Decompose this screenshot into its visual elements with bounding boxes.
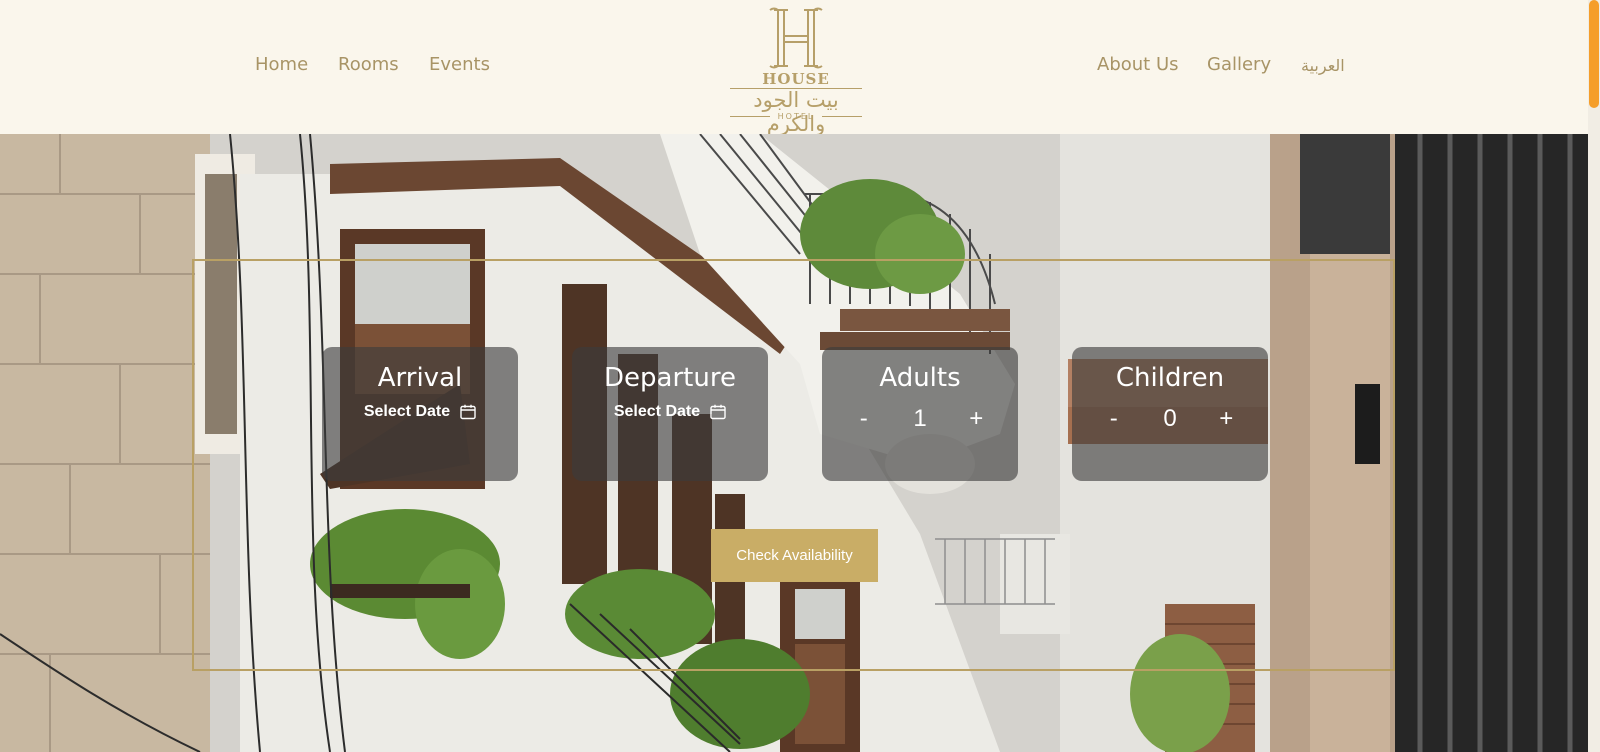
scrollbar-thumb[interactable]	[1589, 0, 1599, 108]
children-title: Children	[1115, 363, 1225, 393]
children-count: 0	[1163, 405, 1177, 432]
children-decrement-button[interactable]: -	[1100, 405, 1128, 433]
departure-title: Departure	[604, 363, 736, 393]
nav-rooms[interactable]: Rooms	[338, 54, 399, 75]
page-scrollbar[interactable]	[1588, 0, 1600, 752]
arrival-date-picker[interactable]: Select Date	[322, 403, 518, 421]
monogram-logo-icon	[769, 7, 823, 69]
children-stepper: - 0 +	[1072, 405, 1268, 433]
arrival-date-value[interactable]: Select Date	[364, 403, 450, 421]
check-availability-button[interactable]: Check Availability	[711, 529, 878, 582]
nav-events[interactable]: Events	[429, 54, 490, 75]
adults-decrement-button[interactable]: -	[850, 405, 878, 433]
departure-date-picker[interactable]: Select Date	[572, 403, 768, 421]
logo-subtitle: HOTEL	[777, 112, 815, 121]
arrival-title: Arrival	[377, 363, 463, 393]
departure-panel: Departure Select Date	[572, 347, 768, 481]
nav-home[interactable]: Home	[255, 54, 308, 75]
adults-title: Adults	[879, 363, 961, 393]
site-header: Home Rooms Events HOUSE بيت الجود والكرم…	[0, 0, 1588, 136]
nav-gallery[interactable]: Gallery	[1207, 54, 1271, 75]
adults-count: 1	[913, 405, 927, 432]
logo-wordmark: HOUSE	[762, 70, 830, 88]
adults-stepper: - 1 +	[822, 405, 1018, 433]
adults-increment-button[interactable]: +	[962, 405, 990, 433]
arrival-panel: Arrival Select Date	[322, 347, 518, 481]
calendar-icon[interactable]	[710, 404, 726, 420]
site-logo[interactable]: HOUSE بيت الجود والكرم HOTEL	[724, 6, 868, 136]
children-panel: Children - 0 +	[1072, 347, 1268, 481]
nav-about[interactable]: About Us	[1097, 54, 1179, 75]
departure-date-value[interactable]: Select Date	[614, 403, 700, 421]
adults-panel: Adults - 1 +	[822, 347, 1018, 481]
calendar-icon[interactable]	[460, 404, 476, 420]
children-increment-button[interactable]: +	[1212, 405, 1240, 433]
nav-language-switch[interactable]: العربية	[1301, 56, 1345, 75]
